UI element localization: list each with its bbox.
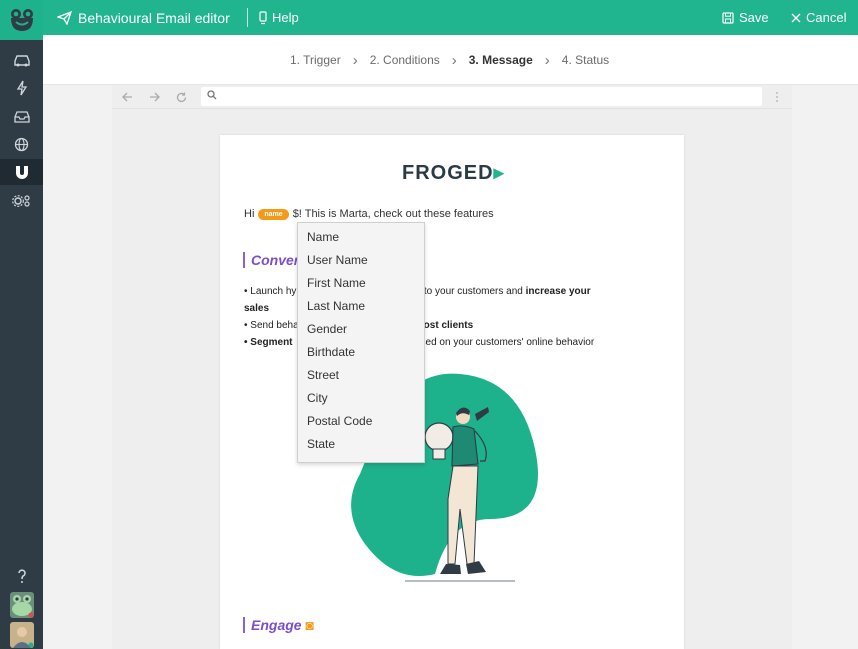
email-body: FROGED▸ Hi name $! This is Marta, check …	[220, 135, 684, 649]
dropdown-option[interactable]: Name	[307, 228, 339, 246]
emoji-icon: ◙	[305, 617, 314, 633]
paper-plane-icon	[57, 10, 72, 25]
inbox-icon[interactable]	[0, 103, 43, 129]
settings-icon[interactable]	[0, 187, 43, 213]
save-icon	[722, 11, 734, 24]
car-icon[interactable]	[0, 47, 43, 73]
close-icon	[791, 13, 801, 22]
step-breadcrumb: 1. Trigger › 2. Conditions › 3. Message …	[290, 35, 609, 85]
greeting-prefix: Hi	[244, 208, 255, 220]
step-message[interactable]: 3. Message	[469, 53, 533, 67]
section-title-convert: Conver	[243, 252, 299, 268]
chevron-right-icon: ›	[451, 51, 457, 69]
title-divider	[247, 8, 248, 27]
editor-title: Behavioural Email editor	[57, 0, 230, 35]
froged-logo-icon[interactable]	[0, 0, 43, 40]
search-icon	[207, 90, 217, 100]
dropdown-option[interactable]: First Name	[307, 274, 366, 292]
refresh-icon[interactable]	[172, 88, 190, 106]
magnet-icon[interactable]	[0, 159, 43, 185]
name-variable-tag[interactable]: name	[258, 208, 289, 220]
help-bulb-icon	[259, 10, 267, 24]
top-bar: Behavioural Email editor Help Save Cance…	[43, 0, 858, 35]
froged-logo: FROGED▸	[402, 162, 505, 184]
help-label: Help	[272, 10, 299, 25]
sidebar	[0, 0, 43, 649]
help-button[interactable]: Help	[259, 0, 299, 35]
cancel-button[interactable]: Cancel	[791, 0, 846, 35]
editor-title-text: Behavioural Email editor	[78, 9, 230, 26]
forward-arrow-icon[interactable]	[145, 88, 163, 106]
chevron-right-icon: ›	[352, 51, 358, 69]
dropdown-option[interactable]: Last Name	[307, 297, 365, 315]
user-avatar-icon[interactable]	[0, 620, 43, 649]
cancel-label: Cancel	[806, 10, 847, 25]
greeting-suffix: $! This is Marta, check out these featur…	[292, 208, 494, 220]
back-arrow-icon[interactable]	[118, 88, 136, 106]
right-gutter	[818, 85, 858, 649]
save-button[interactable]: Save	[722, 0, 769, 35]
more-vertical-icon[interactable]	[772, 88, 782, 106]
browser-toolbar	[112, 85, 792, 109]
help-icon[interactable]	[0, 563, 43, 589]
step-trigger[interactable]: 1. Trigger	[290, 53, 341, 67]
dropdown-option[interactable]: Gender	[307, 320, 347, 338]
globe-icon[interactable]	[0, 131, 43, 157]
save-label: Save	[739, 10, 769, 25]
variable-dropdown: Name User Name First Name Last Name Gend…	[297, 222, 425, 463]
step-conditions[interactable]: 2. Conditions	[370, 53, 440, 67]
steps-bar: 1. Trigger › 2. Conditions › 3. Message …	[43, 35, 858, 85]
url-bar[interactable]	[201, 87, 762, 106]
dropdown-option[interactable]: City	[307, 389, 328, 407]
dropdown-option[interactable]: Street	[307, 366, 339, 384]
greeting-line: Hi name $! This is Marta, check out thes…	[244, 208, 494, 220]
chevron-right-icon: ›	[544, 51, 550, 69]
logo-tail-icon: ▸	[493, 162, 505, 184]
step-status[interactable]: 4. Status	[562, 53, 609, 67]
lightning-icon[interactable]	[0, 75, 43, 101]
section-title-engage: Engage ◙	[243, 617, 314, 633]
dropdown-option[interactable]: Birthdate	[307, 343, 355, 361]
feature-line-1-wrap: sales	[244, 303, 270, 314]
frog-avatar-icon[interactable]	[0, 590, 43, 620]
dropdown-option[interactable]: Postal Code	[307, 412, 372, 430]
dropdown-option[interactable]: User Name	[307, 251, 368, 269]
url-input[interactable]	[221, 87, 756, 106]
dropdown-option[interactable]: State	[307, 435, 335, 453]
